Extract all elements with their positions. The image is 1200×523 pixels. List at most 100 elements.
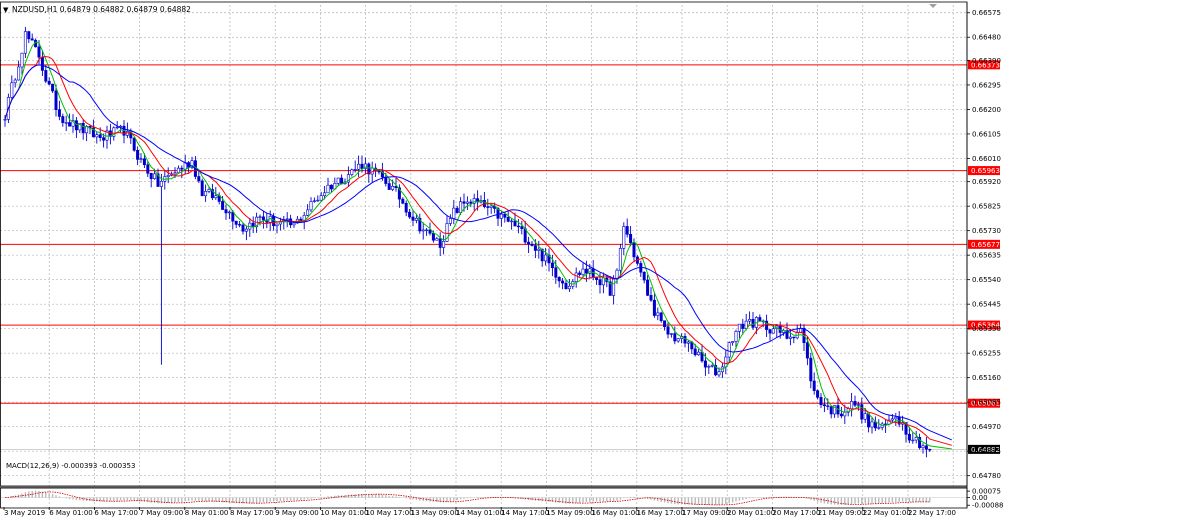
candle-body [95, 134, 99, 138]
candle-body [826, 405, 830, 407]
candle-body [391, 186, 395, 190]
candle-body [234, 220, 238, 225]
y-tick-label: 0.65920 [972, 178, 1001, 186]
x-tick-label: 22 May 17:00 [908, 509, 956, 517]
candle-body [442, 241, 446, 248]
candle-body [676, 338, 680, 342]
candle-body [622, 226, 626, 249]
x-tick-label: 6 May 01:00 [49, 509, 93, 517]
candle-body [697, 351, 701, 356]
candle-body [870, 421, 874, 428]
candle-body [238, 224, 242, 226]
candle-body [102, 137, 106, 141]
candle-body [57, 109, 61, 117]
candle-body [459, 201, 463, 213]
x-tick-label: 20 May 01:00 [727, 509, 775, 517]
candle-body [890, 418, 894, 421]
candle-body [435, 238, 439, 241]
candle-body [438, 238, 442, 248]
candle-body [176, 167, 180, 174]
candle-body [598, 279, 602, 286]
candle-body [23, 31, 27, 54]
candle-body [132, 137, 136, 151]
candle-body [200, 180, 204, 197]
candle-body [149, 173, 153, 180]
symbol-header: ▼ NZDUSD,H1 0.64879 0.64882 0.64879 0.64… [3, 5, 191, 14]
candle-body [758, 317, 762, 322]
candle-body [506, 217, 510, 222]
candle-body [537, 248, 541, 251]
chart-window[interactable]: 0.66373 0.65963 0.65677 0.65364 0.65061 0.648… [0, 0, 1200, 523]
y-tick-label: 0.66390 [972, 57, 1001, 65]
candle-body [431, 232, 435, 241]
candle-body [618, 248, 622, 271]
candle-body [853, 401, 857, 406]
candle-body [428, 229, 432, 234]
candle-body [581, 268, 585, 275]
candle-body [452, 207, 456, 219]
candle-body [207, 189, 211, 192]
candle-body [707, 366, 711, 368]
candle-body [74, 120, 78, 131]
candle-body [214, 195, 218, 199]
candle-body [574, 272, 578, 282]
candle-body [632, 242, 636, 258]
candle-body [241, 224, 245, 232]
candle-body [717, 371, 721, 376]
candle-body [275, 223, 279, 226]
level-price-label: 0.65677 [971, 241, 1000, 249]
candle-body [737, 323, 741, 332]
candle-body [258, 216, 262, 218]
candle-body [924, 445, 928, 450]
candle-body [554, 267, 558, 278]
y-tick-label: 0.66200 [972, 106, 1001, 114]
chart-canvas[interactable]: 0.663730.659630.656770.653640.650610.648… [0, 0, 1200, 523]
candle-body [907, 434, 911, 441]
candle-body [40, 56, 44, 71]
candle-body [527, 241, 531, 245]
candle-body [741, 323, 745, 329]
x-tick-label: 16 May 01:00 [592, 509, 640, 517]
x-tick-label: 20 May 17:00 [772, 509, 820, 517]
candle-body [659, 312, 663, 322]
candle-body [819, 397, 823, 406]
x-tick-label: 7 May 09:00 [140, 509, 184, 517]
candle-body [10, 82, 14, 98]
candle-body [224, 209, 228, 214]
candle-body [425, 229, 429, 232]
candle-body [816, 390, 820, 398]
y-tick-label: 0.65350 [972, 325, 1001, 333]
x-tick-label: 10 May 17:00 [366, 509, 414, 517]
candle-body [462, 201, 466, 204]
candle-body [533, 245, 537, 251]
candle-body [401, 198, 405, 204]
x-tick-label: 22 May 01:00 [863, 509, 911, 517]
candle-body [561, 280, 565, 284]
candle-body [17, 66, 21, 81]
candle-body [578, 272, 582, 275]
header-dropdown-icon[interactable]: ▼ [3, 6, 9, 14]
candle-body [788, 336, 792, 339]
y-tick-label: 0.65635 [972, 252, 1001, 260]
candle-body [683, 336, 687, 344]
candle-body [408, 211, 412, 218]
y-tick-label: 0.65445 [972, 301, 1001, 309]
candle-body [204, 191, 208, 197]
candle-body [329, 184, 333, 190]
candle-body [792, 336, 796, 339]
candle-body [153, 173, 157, 180]
candle-body [261, 216, 265, 221]
y-tick-label: 0.66480 [972, 34, 1001, 42]
candle-body [486, 206, 490, 208]
candle-body [921, 445, 925, 448]
candle-body [244, 228, 248, 232]
x-tick-label: 3 May 2019 [4, 509, 45, 517]
candle-body [510, 220, 514, 223]
candle-body [652, 299, 656, 316]
candle-body [646, 279, 650, 296]
candle-body [197, 176, 201, 182]
candle-body [166, 174, 170, 177]
candle-body [357, 163, 361, 170]
candle-body [860, 404, 864, 420]
candle-body [839, 413, 843, 417]
